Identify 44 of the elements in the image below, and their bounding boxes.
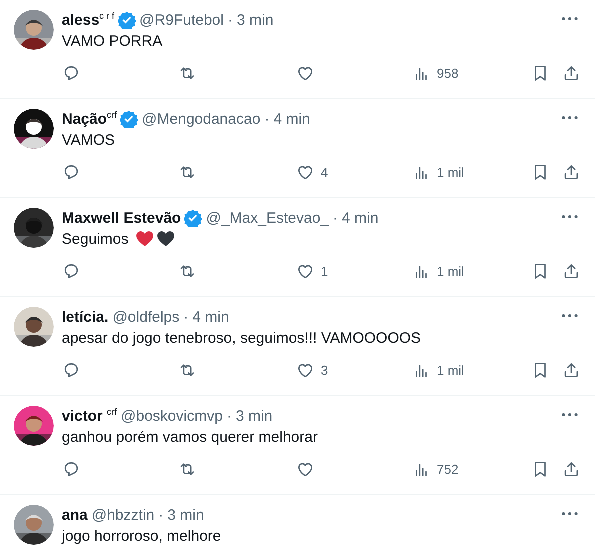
- like-button[interactable]: 4: [296, 162, 328, 182]
- timestamp[interactable]: 4 min: [192, 308, 230, 326]
- timestamp[interactable]: 3 min: [236, 408, 273, 424]
- more-options-icon[interactable]: [561, 214, 579, 220]
- user-name[interactable]: ana: [62, 506, 88, 524]
- more-options-icon[interactable]: [561, 412, 579, 418]
- reply-text: jogo horroroso, melhore: [62, 528, 222, 544]
- timestamp[interactable]: 4 min: [342, 210, 379, 226]
- reply-text: apesar do jogo tenebroso, seguimos!!! VAMOOOOOS: [62, 330, 422, 346]
- reply-text: Seguimos: [62, 230, 129, 248]
- like-button[interactable]: 1: [296, 261, 328, 281]
- reply-text: ganhou porém vamos querer melhorar: [62, 428, 318, 446]
- separator-dot: ·: [333, 210, 338, 226]
- user-handle[interactable]: @R9Futebol: [140, 12, 224, 28]
- user-handle[interactable]: @oldfelps: [112, 308, 180, 326]
- like-button[interactable]: 3: [296, 360, 328, 380]
- more-options-icon[interactable]: [561, 313, 579, 319]
- more-options-icon[interactable]: [561, 511, 579, 517]
- user-handle[interactable]: @Mengodanacao: [142, 110, 261, 128]
- views-button[interactable]: 1 mil: [412, 360, 464, 380]
- more-options-icon[interactable]: [561, 115, 579, 121]
- separator-dot: ·: [184, 308, 189, 326]
- timestamp[interactable]: 3 min: [168, 506, 204, 524]
- reply-text: VAMOS: [62, 132, 116, 148]
- user-handle[interactable]: @_Max_Estevao_: [206, 210, 330, 226]
- separator-dot: ·: [264, 110, 270, 128]
- user-handle[interactable]: @boskovicmvp: [121, 408, 223, 424]
- separator-dot: ·: [226, 408, 232, 424]
- timestamp[interactable]: 3 min: [236, 12, 274, 28]
- views-button[interactable]: 958: [412, 63, 459, 83]
- user-handle[interactable]: @hbzztin: [92, 506, 155, 524]
- user-name[interactable]: letícia.: [62, 308, 109, 326]
- separator-dot: ·: [158, 506, 164, 524]
- reply-text: VAMO PORRA: [62, 32, 163, 50]
- user-name[interactable]: victor $^{crf}$: [62, 407, 118, 425]
- user-name[interactable]: Nação$^{crf}$: [62, 110, 118, 128]
- more-options-icon[interactable]: [561, 16, 579, 22]
- timestamp[interactable]: 4 min: [274, 110, 310, 128]
- user-name[interactable]: aless$^{c r f}$: [62, 11, 115, 29]
- views-button[interactable]: 1 mil: [412, 162, 464, 182]
- views-button[interactable]: 752: [412, 459, 459, 479]
- user-name[interactable]: Maxwell Estevão: [62, 210, 182, 226]
- views-button[interactable]: 1 mil: [412, 261, 464, 281]
- separator-dot: ·: [228, 12, 233, 28]
